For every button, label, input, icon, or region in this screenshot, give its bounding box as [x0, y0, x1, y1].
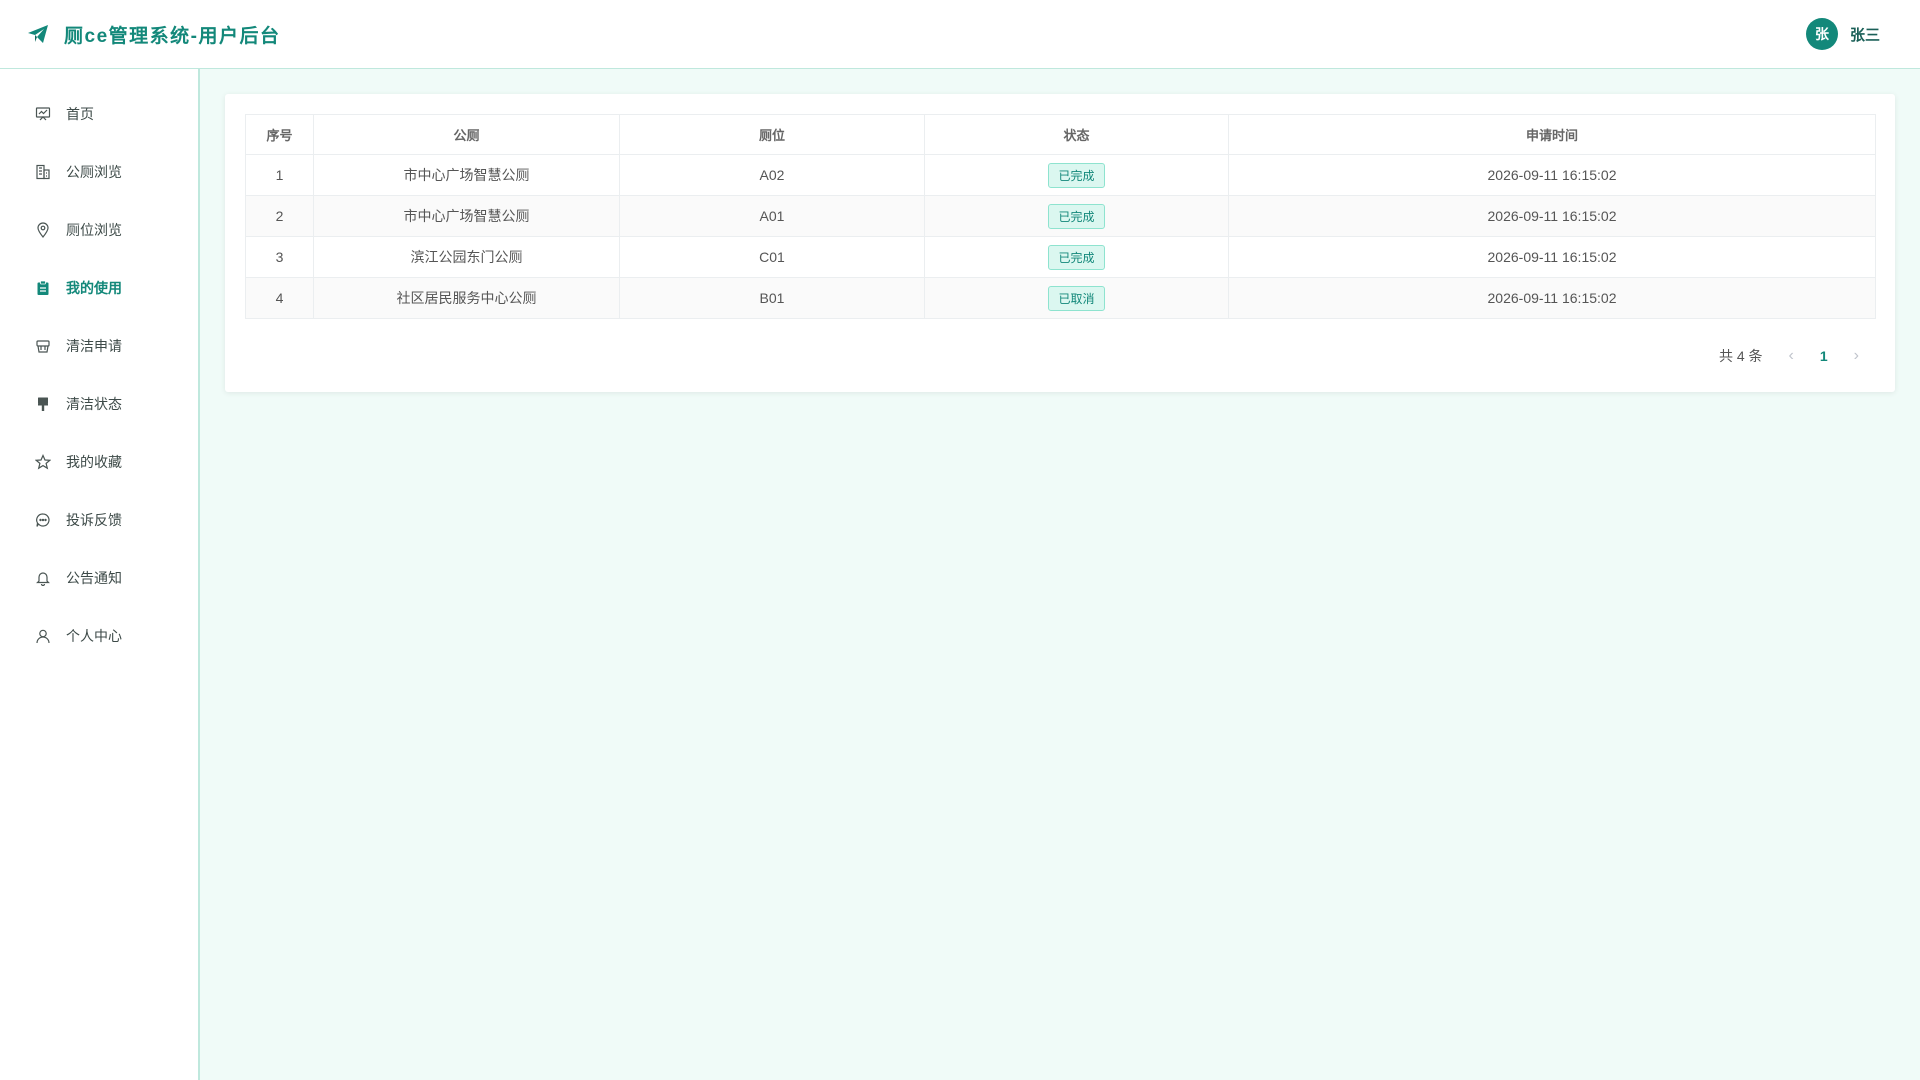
pagination: 共 4 条 ‹ 1 ›	[1719, 346, 1859, 366]
star-icon	[34, 453, 52, 471]
sidebar-item-stall-browse[interactable]: 厕位浏览	[0, 201, 198, 259]
cell-index: 3	[245, 236, 314, 278]
sidebar-item-label: 公告通知	[66, 570, 122, 586]
cell-toilet: 社区居民服务中心公厕	[313, 277, 620, 319]
cell-time: 2026-09-11 16:15:02	[1228, 277, 1876, 319]
status-badge: 已完成	[1048, 244, 1105, 270]
next-page-chevron-icon[interactable]: ›	[1854, 347, 1859, 365]
table-row[interactable]: 3 滨江公园东门公厕 C01 已完成 2026-09-11 16:15:02	[245, 236, 1876, 278]
table-row[interactable]: 1 市中心广场智慧公厕 A02 已完成 2026-09-11 16:15:02	[245, 154, 1876, 196]
prev-page-chevron-icon[interactable]: ‹	[1789, 347, 1794, 365]
cell-time: 2026-09-11 16:15:02	[1228, 195, 1876, 237]
usage-card: 序号 公厕 厕位 状态 申请时间 1 市中心广场智慧公厕 A02 已完成 202…	[225, 94, 1895, 392]
cell-time: 2026-09-11 16:15:02	[1228, 236, 1876, 278]
user-menu[interactable]: 张 张三	[1805, 18, 1894, 50]
cell-time: 2026-09-11 16:15:02	[1228, 154, 1876, 196]
cleaning-icon	[34, 337, 52, 355]
top-header: 厕ce管理系统-用户后台 张 张三	[0, 0, 1920, 69]
sidebar-item-label: 我的使用	[66, 280, 122, 296]
cell-index: 2	[245, 195, 314, 237]
sidebar-item-label: 个人中心	[66, 628, 122, 644]
column-header-toilet[interactable]: 公厕	[313, 114, 620, 155]
column-header-time[interactable]: 申请时间	[1228, 114, 1876, 155]
app-title: 厕ce管理系统-用户后台	[64, 25, 281, 47]
sidebar-item-my-usage[interactable]: 我的使用	[0, 259, 198, 317]
chat-icon	[34, 511, 52, 529]
sidebar-item-label: 我的收藏	[66, 454, 122, 470]
status-badge: 已完成	[1048, 203, 1105, 229]
cell-stall: A01	[619, 195, 925, 237]
sidebar-item-favorites[interactable]: 我的收藏	[0, 433, 198, 491]
cell-stall: B01	[619, 277, 925, 319]
sidebar-item-cleaning-status[interactable]: 清洁状态	[0, 375, 198, 433]
location-pin-icon	[34, 221, 52, 239]
building-icon	[34, 163, 52, 181]
status-badge: 已取消	[1048, 285, 1105, 311]
dashboard-icon	[34, 105, 52, 123]
user-icon	[34, 627, 52, 645]
pagination-total: 共 4 条	[1718, 348, 1763, 364]
page-number-current[interactable]: 1	[1820, 348, 1828, 364]
user-name[interactable]: 张三	[1850, 24, 1880, 45]
brush-icon	[34, 395, 52, 413]
usage-table: 序号 公厕 厕位 状态 申请时间 1 市中心广场智慧公厕 A02 已完成 202…	[245, 114, 1876, 319]
cell-index: 4	[245, 277, 314, 319]
column-header-status[interactable]: 状态	[924, 114, 1229, 155]
sidebar-item-home[interactable]: 首页	[0, 85, 198, 143]
table-row[interactable]: 2 市中心广场智慧公厕 A01 已完成 2026-09-11 16:15:02	[245, 195, 1876, 237]
table-header-row: 序号 公厕 厕位 状态 申请时间	[245, 114, 1876, 155]
brand: 厕ce管理系统-用户后台	[26, 21, 280, 48]
sidebar-item-cleaning-request[interactable]: 清洁申请	[0, 317, 198, 375]
column-header-stall[interactable]: 厕位	[619, 114, 925, 155]
sidebar-item-feedback[interactable]: 投诉反馈	[0, 491, 198, 549]
status-badge: 已完成	[1048, 162, 1105, 188]
cell-stall: A02	[619, 154, 925, 196]
sidebar-item-label: 清洁申请	[66, 338, 122, 354]
sidebar-item-label: 公厕浏览	[66, 164, 122, 180]
sidebar-item-label: 清洁状态	[66, 396, 122, 412]
cell-toilet: 市中心广场智慧公厕	[313, 195, 620, 237]
sidebar-item-notices[interactable]: 公告通知	[0, 549, 198, 607]
cell-status: 已取消	[924, 277, 1229, 319]
table-row[interactable]: 4 社区居民服务中心公厕 B01 已取消 2026-09-11 16:15:02	[245, 277, 1876, 319]
sidebar-item-toilet-browse[interactable]: 公厕浏览	[0, 143, 198, 201]
sidebar: 首页 公厕浏览 厕位浏览 我的使用 清洁申请 清洁状态 我的收藏 投诉反馈 公告…	[0, 69, 200, 1080]
column-header-index[interactable]: 序号	[245, 114, 314, 155]
sidebar-item-label: 厕位浏览	[66, 222, 122, 238]
cell-status: 已完成	[924, 154, 1229, 196]
cell-stall: C01	[619, 236, 925, 278]
cell-index: 1	[245, 154, 314, 196]
paper-plane-icon	[26, 22, 50, 46]
cell-status: 已完成	[924, 236, 1229, 278]
cell-toilet: 滨江公园东门公厕	[313, 236, 620, 278]
cell-toilet: 市中心广场智慧公厕	[313, 154, 620, 196]
sidebar-item-profile[interactable]: 个人中心	[0, 607, 198, 665]
bell-icon	[34, 569, 52, 587]
clipboard-icon	[34, 279, 52, 297]
sidebar-item-label: 投诉反馈	[66, 512, 122, 528]
avatar[interactable]: 张	[1805, 18, 1838, 50]
sidebar-item-label: 首页	[66, 106, 94, 122]
cell-status: 已完成	[924, 195, 1229, 237]
